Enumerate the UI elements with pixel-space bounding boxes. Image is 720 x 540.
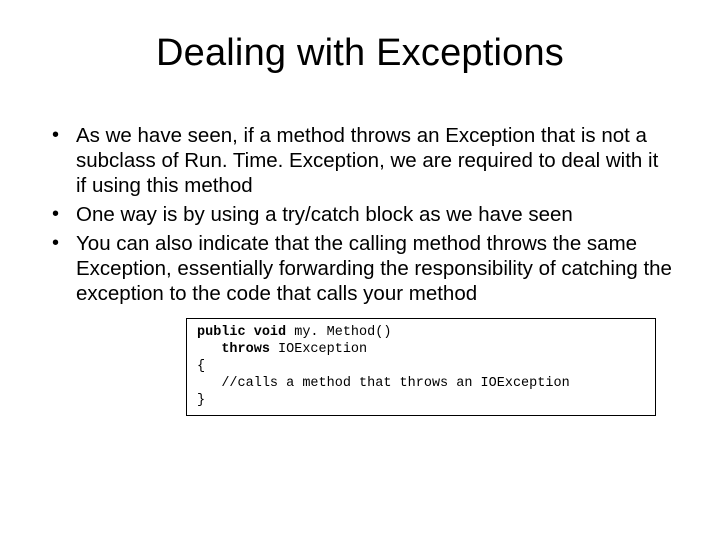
code-indent [197,376,221,391]
bullet-item: You can also indicate that the calling m… [48,231,672,306]
code-sig-rest: my. Method() [286,325,391,340]
keyword-throws: throws [221,342,270,357]
keyword-public: public [197,325,246,340]
code-throws-rest: IOException [270,342,367,357]
code-comment: //calls a method that throws an IOExcept… [221,376,569,391]
keyword-void: void [254,325,286,340]
code-brace-open: { [197,359,205,374]
bullet-list: As we have seen, if a method throws an E… [36,123,684,306]
bullet-item: One way is by using a try/catch block as… [48,202,672,227]
code-block: public void my. Method() throws IOExcept… [186,318,656,416]
code-indent [197,342,221,357]
slide-title: Dealing with Exceptions [36,32,684,75]
code-brace-close: } [197,393,205,408]
slide: Dealing with Exceptions As we have seen,… [0,0,720,540]
bullet-item: As we have seen, if a method throws an E… [48,123,672,198]
